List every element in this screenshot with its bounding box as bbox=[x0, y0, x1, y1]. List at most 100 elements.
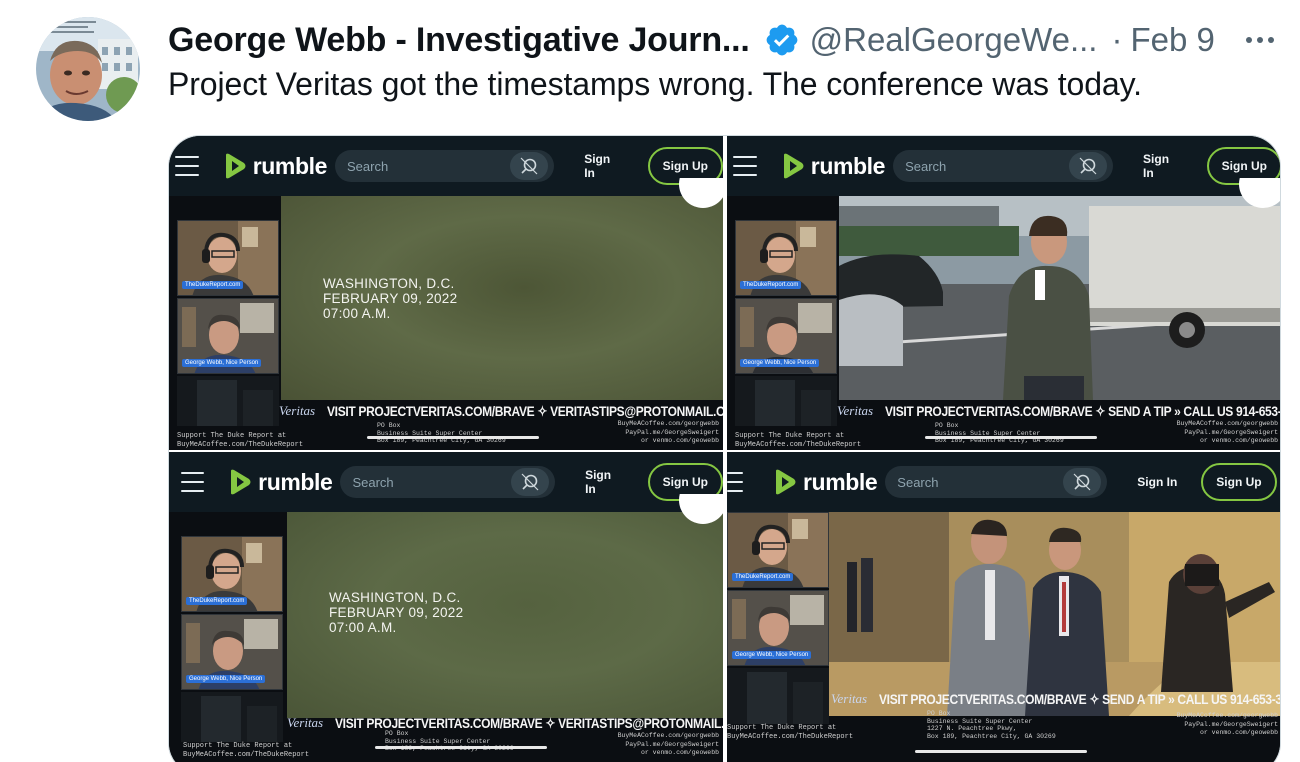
building-silhouette bbox=[181, 692, 283, 742]
sign-in-link[interactable]: Sign In bbox=[1137, 475, 1177, 489]
rumble-nav-bar: rumble Search Sign In Sign Up bbox=[727, 452, 1280, 512]
rumble-logo-text: rumble bbox=[803, 468, 878, 495]
video-frame: TheDukeReport.com George Webb, Nice Pers… bbox=[727, 512, 1281, 762]
hamburger-icon[interactable] bbox=[175, 156, 199, 176]
rumble-logo-text: rumble bbox=[252, 152, 328, 179]
more-options-icon[interactable] bbox=[1238, 22, 1282, 58]
video-progress-bar[interactable] bbox=[367, 436, 539, 439]
search-icon[interactable] bbox=[1063, 468, 1102, 496]
support-text: Support The Duke Report at BuyMeACoffee.c… bbox=[727, 724, 854, 741]
cam-label-bottom: George Webb, Nice Person bbox=[740, 359, 820, 367]
rumble-nav-bar: rumble Search Sign In Sign Up bbox=[169, 136, 723, 196]
video-banner: Veritas VISIT PROJECTVERITAS.COM/BRAVE ✧… bbox=[831, 686, 1281, 712]
video-dateline: WASHINGTON, D.C. FEBRUARY 09, 2022 07:00 A… bbox=[329, 590, 464, 635]
george-webb-cam: George Webb, Nice Person bbox=[735, 298, 837, 374]
veritas-logo: Veritas bbox=[837, 403, 874, 418]
banner-text: VISIT PROJECTVERITAS.COM/BRAVE ✧ VERITAS… bbox=[335, 714, 723, 731]
media-image-4[interactable]: rumble Search Sign In Sign Up TheDukeRep… bbox=[727, 452, 1281, 762]
sign-up-button[interactable]: Sign Up bbox=[1201, 463, 1277, 501]
record-circle bbox=[679, 494, 723, 524]
george-webb-cam: George Webb, Nice Person bbox=[727, 590, 829, 666]
media-image-2[interactable]: rumble Search Sign In Sign Up TheDukeRep… bbox=[727, 136, 1281, 450]
rumble-search-input[interactable]: Search bbox=[334, 150, 555, 182]
cam-label-top: TheDukeReport.com bbox=[186, 597, 248, 605]
rumble-logo[interactable]: rumble bbox=[773, 468, 878, 496]
search-icon[interactable] bbox=[511, 468, 550, 496]
duke-report-cam: TheDukeReport.com bbox=[727, 512, 829, 588]
rumble-logo[interactable]: rumble bbox=[781, 153, 885, 180]
rumble-play-icon bbox=[231, 469, 251, 495]
payment-text: BuyMeACoffee.com/georgwebb PayPal.me/Geor… bbox=[1176, 420, 1278, 444]
cam-label-bottom: George Webb, Nice Person bbox=[182, 359, 262, 367]
video-progress-bar[interactable] bbox=[925, 436, 1097, 439]
payment-text: BuyMeACoffee.com/georgwebb PayPal.me/Geor… bbox=[1176, 712, 1278, 736]
sign-in-link[interactable]: Sign In bbox=[585, 468, 624, 496]
building-silhouette bbox=[177, 376, 279, 426]
building-silhouette bbox=[727, 668, 829, 724]
rumble-play-icon bbox=[776, 469, 796, 495]
duke-report-cam: TheDukeReport.com bbox=[735, 220, 837, 296]
payment-text: BuyMeACoffee.com/georgwebb PayPal.me/Geor… bbox=[617, 732, 719, 756]
veritas-logo: Veritas bbox=[279, 403, 316, 418]
duke-report-cam: TheDukeReport.com bbox=[181, 536, 283, 612]
rumble-logo-text: rumble bbox=[258, 468, 333, 495]
banner-text: VISIT PROJECTVERITAS.COM/BRAVE ✧ SEND A … bbox=[885, 402, 1281, 419]
cam-label-bottom: George Webb, Nice Person bbox=[732, 651, 812, 659]
veritas-logo: Veritas bbox=[287, 715, 324, 730]
tweet-text: Project Veritas got the timestamps wrong… bbox=[168, 66, 1142, 102]
video-frame: TheDukeReport.com George Webb, Nice Pers… bbox=[727, 178, 1281, 450]
support-text: Support The Duke Report at BuyMeACoffee.c… bbox=[177, 432, 304, 449]
rumble-logo[interactable]: rumble bbox=[228, 468, 333, 496]
banner-text: VISIT PROJECTVERITAS.COM/BRAVE ✧ SEND A … bbox=[879, 690, 1281, 707]
video-progress-bar[interactable] bbox=[915, 750, 1087, 753]
banner-text: VISIT PROJECTVERITAS.COM/BRAVE ✧ VERITAS… bbox=[327, 402, 723, 419]
search-placeholder: Search bbox=[897, 474, 939, 490]
video-dateline: WASHINGTON, D.C. FEBRUARY 09, 2022 07:00 A… bbox=[323, 276, 458, 321]
cam-label-bottom: George Webb, Nice Person bbox=[186, 675, 266, 683]
author-handle[interactable]: @RealGeorgeWe... bbox=[810, 21, 1098, 59]
hamburger-icon[interactable] bbox=[181, 472, 205, 492]
record-circle bbox=[679, 178, 723, 208]
media-grid: rumble Search Sign In Sign Up TheDukeRep… bbox=[168, 135, 1281, 762]
po-box-text: PO BoxBusiness Suite Super CenterBox 189… bbox=[377, 422, 506, 444]
tweet-header: George Webb - Investigative Journ... @Re… bbox=[168, 18, 1215, 62]
record-circle bbox=[1239, 178, 1280, 208]
sign-in-link[interactable]: Sign In bbox=[584, 152, 623, 180]
rumble-search-input[interactable]: Search bbox=[893, 150, 1114, 182]
sign-in-link[interactable]: Sign In bbox=[1143, 152, 1183, 180]
search-placeholder: Search bbox=[346, 158, 389, 174]
video-frame: TheDukeReport.com George Webb, Nice Pers… bbox=[169, 178, 723, 450]
duke-report-cam: TheDukeReport.com bbox=[177, 220, 279, 296]
george-webb-cam: George Webb, Nice Person bbox=[181, 614, 283, 690]
rumble-logo[interactable]: rumble bbox=[223, 153, 327, 180]
video-progress-bar[interactable] bbox=[375, 746, 547, 749]
rumble-search-input[interactable]: Search bbox=[885, 466, 1108, 498]
hamburger-icon[interactable] bbox=[733, 156, 757, 176]
cam-label-top: TheDukeReport.com bbox=[732, 573, 794, 581]
street-scene bbox=[839, 196, 1280, 400]
media-image-3[interactable]: rumble Search Sign In Sign Up TheDukeRep… bbox=[169, 452, 723, 762]
payment-text: BuyMeACoffee.com/georgwebb PayPal.me/Geor… bbox=[617, 420, 719, 444]
author-name[interactable]: George Webb - Investigative Journ... bbox=[168, 21, 750, 60]
cam-label-top: TheDukeReport.com bbox=[182, 281, 244, 289]
hamburger-icon[interactable] bbox=[727, 472, 743, 492]
video-frame: TheDukeReport.com George Webb, Nice Pers… bbox=[169, 494, 723, 762]
search-placeholder: Search bbox=[352, 474, 394, 490]
rumble-search-input[interactable]: Search bbox=[340, 466, 556, 498]
building-silhouette bbox=[735, 376, 837, 426]
po-box-text: PO BoxBusiness Suite Super CenterBox 189… bbox=[385, 730, 514, 752]
rumble-play-icon bbox=[783, 153, 804, 179]
cam-label-top: TheDukeReport.com bbox=[740, 281, 802, 289]
verified-badge-icon[interactable] bbox=[764, 22, 800, 58]
search-placeholder: Search bbox=[905, 158, 947, 174]
rumble-logo-text: rumble bbox=[810, 152, 886, 179]
media-image-1[interactable]: rumble Search Sign In Sign Up TheDukeRep… bbox=[169, 136, 723, 450]
search-icon[interactable] bbox=[510, 152, 549, 180]
author-avatar[interactable] bbox=[36, 17, 140, 121]
tweet-date[interactable]: Feb 9 bbox=[1130, 21, 1214, 59]
search-icon[interactable] bbox=[1069, 152, 1108, 180]
avatar-photo bbox=[36, 17, 140, 121]
separator-dot: · bbox=[1111, 21, 1123, 58]
support-text: Support The Duke Report at BuyMeACoffee.c… bbox=[183, 742, 310, 759]
rumble-nav-bar: rumble Search Sign In Sign Up bbox=[727, 136, 1280, 196]
